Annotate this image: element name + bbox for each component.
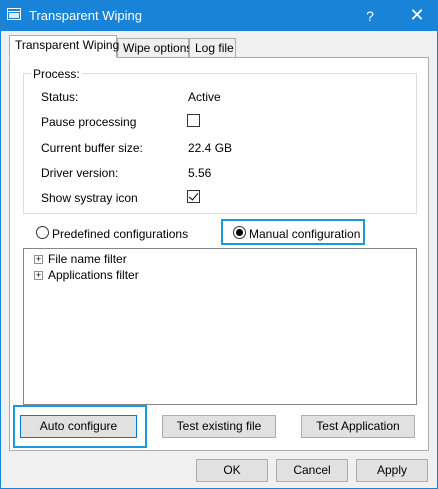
test-existing-file-button[interactable]: Test existing file [162, 415, 276, 438]
tab-wipe-options[interactable]: Wipe options [117, 38, 192, 58]
status-label: Status: [41, 90, 79, 104]
checkmark-icon [188, 190, 199, 201]
show-systray-checkbox[interactable] [187, 190, 200, 203]
driver-version-value: 5.56 [188, 166, 212, 180]
manual-config-label[interactable]: Manual configuration [249, 227, 360, 241]
predefined-config-radio[interactable] [36, 226, 49, 239]
title-bar[interactable]: Transparent Wiping ? ✕ [1, 1, 437, 31]
expand-plus-icon[interactable]: + [34, 255, 43, 264]
buffer-size-label: Current buffer size: [41, 141, 143, 155]
close-button[interactable]: ✕ [399, 1, 435, 31]
predefined-config-label[interactable]: Predefined configurations [52, 227, 188, 241]
tab-log-file[interactable]: Log file [189, 38, 236, 58]
test-application-button[interactable]: Test Application [301, 415, 415, 438]
dialog-window: Transparent Wiping ? ✕ Transparent Wipin… [0, 0, 438, 489]
app-window-icon [7, 8, 21, 20]
status-value: Active [188, 90, 221, 104]
tab-transparent-wiping[interactable]: Transparent Wiping [9, 35, 119, 58]
process-group-label: Process: [31, 67, 82, 81]
tree-item-applications-filter[interactable]: Applications filter [48, 268, 139, 282]
driver-version-label: Driver version: [41, 166, 119, 180]
show-systray-label[interactable]: Show systray icon [41, 191, 138, 205]
ok-button[interactable]: OK [196, 459, 268, 482]
filter-tree[interactable]: + File name filter + Applications filter [23, 248, 417, 405]
manual-config-radio[interactable] [233, 226, 246, 239]
pause-processing-label[interactable]: Pause processing [41, 115, 136, 129]
apply-button[interactable]: Apply [356, 459, 428, 482]
radio-selected-dot [236, 229, 243, 236]
tree-item-file-name-filter[interactable]: File name filter [48, 252, 127, 266]
auto-configure-button[interactable]: Auto configure [20, 415, 137, 438]
cancel-button[interactable]: Cancel [276, 459, 348, 482]
window-title: Transparent Wiping [29, 8, 142, 23]
help-button[interactable]: ? [355, 1, 385, 31]
buffer-size-value: 22.4 GB [188, 141, 233, 155]
pause-processing-checkbox[interactable] [187, 114, 200, 127]
expand-plus-icon[interactable]: + [34, 271, 43, 280]
